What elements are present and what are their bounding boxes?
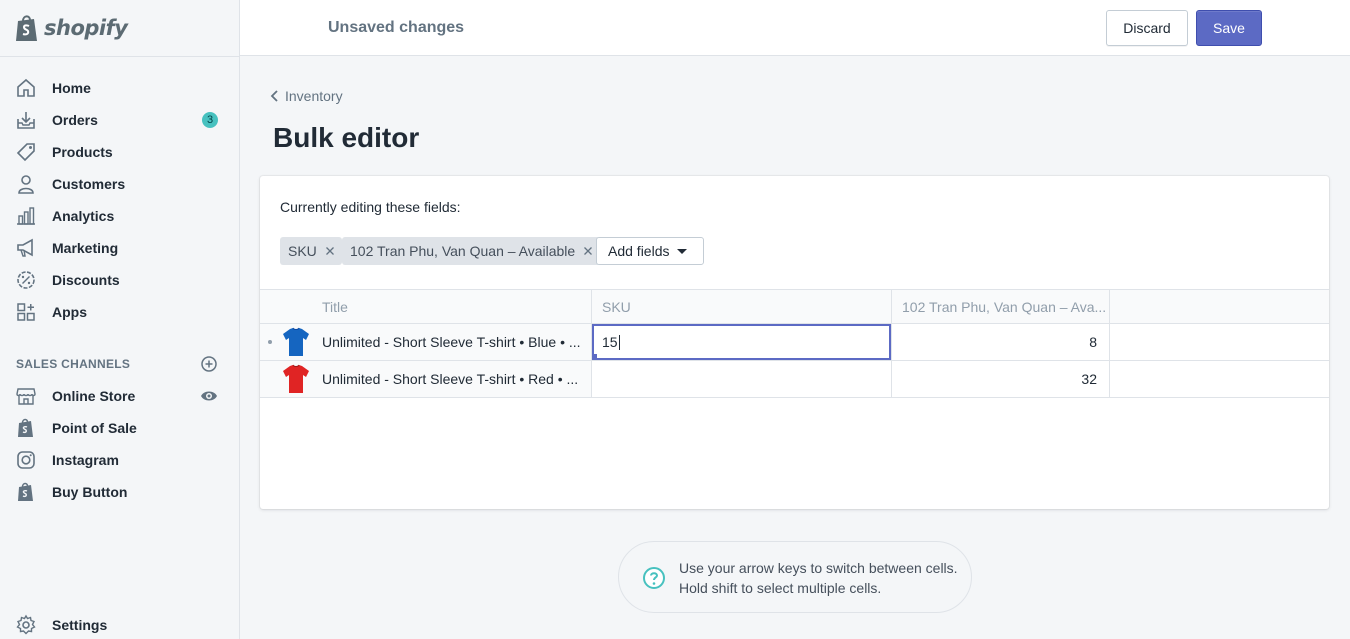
keyboard-hint-banner: Use your arrow keys to switch between ce… <box>618 541 972 613</box>
available-cell[interactable]: 32 <box>892 361 1110 397</box>
column-header-empty <box>1110 290 1329 323</box>
home-icon <box>17 78 35 97</box>
shopify-bag-icon <box>18 482 33 501</box>
product-title: Unlimited - Short Sleeve T-shirt • Red •… <box>322 371 579 387</box>
sku-input-value: 15 <box>602 334 618 350</box>
sidebar-item-label: Settings <box>52 617 108 633</box>
add-sales-channel-icon[interactable] <box>200 355 218 373</box>
sidebar-item-analytics[interactable]: Analytics <box>0 200 240 232</box>
brand-name: shopify <box>44 16 128 40</box>
bar-chart-icon <box>17 207 35 225</box>
table-row: Unlimited - Short Sleeve T-shirt • Blue … <box>260 324 1329 361</box>
gear-icon <box>16 614 36 635</box>
sku-cell-editing[interactable]: 15 <box>592 324 892 360</box>
sidebar-item-settings[interactable]: Settings <box>0 609 240 639</box>
tag-label: SKU <box>288 243 317 259</box>
apps-icon <box>17 303 35 321</box>
sidebar-item-label: Apps <box>52 304 87 320</box>
megaphone-icon <box>17 238 33 257</box>
fields-label: Currently editing these fields: <box>280 199 461 215</box>
orders-icon <box>17 112 35 129</box>
sidebar-item-instagram[interactable]: Instagram <box>0 444 240 476</box>
column-header-title: Title <box>260 290 592 323</box>
field-tag-location-available: 102 Tran Phu, Van Quan – Available <box>342 237 601 265</box>
sidebar-item-discounts[interactable]: Discounts <box>0 264 240 296</box>
sidebar-item-label: Buy Button <box>52 484 128 500</box>
tshirt-thumbnail-red <box>283 364 309 393</box>
tag-icon <box>16 143 35 162</box>
sidebar-item-products[interactable]: Products <box>0 136 240 168</box>
sales-channels-heading: SALES CHANNELS <box>16 357 131 371</box>
instagram-icon <box>17 451 35 469</box>
sidebar-item-home[interactable]: Home <box>0 72 240 104</box>
unsaved-changes-title: Unsaved changes <box>328 19 465 36</box>
column-header-sku: SKU <box>592 290 892 323</box>
field-tag-sku: SKU <box>280 237 342 265</box>
cell-fill-handle[interactable] <box>592 354 597 359</box>
contextual-save-bar: Unsaved changes Discard Save <box>240 0 1350 56</box>
bulk-editor-card: Currently editing these fields: SKU 102 … <box>260 176 1329 509</box>
discard-button[interactable]: Discard <box>1106 10 1188 46</box>
sidebar-item-marketing[interactable]: Marketing <box>0 232 240 264</box>
available-cell[interactable]: 8 <box>892 324 1110 360</box>
eye-icon[interactable] <box>200 387 218 405</box>
sidebar-item-label: Orders <box>52 112 98 128</box>
breadcrumb-label: Inventory <box>285 88 343 104</box>
title-cell: Unlimited - Short Sleeve T-shirt • Blue … <box>260 324 592 360</box>
title-cell: Unlimited - Short Sleeve T-shirt • Red •… <box>260 361 592 397</box>
empty-cell <box>1110 361 1329 397</box>
sidebar-item-label: Discounts <box>52 272 120 288</box>
chevron-left-icon <box>270 90 278 102</box>
hint-line-1: Use your arrow keys to switch between ce… <box>679 560 958 576</box>
sidebar-item-label: Home <box>52 80 91 96</box>
sidebar-item-label: Instagram <box>52 452 119 468</box>
table-row: Unlimited - Short Sleeve T-shirt • Red •… <box>260 361 1329 398</box>
question-circle-icon <box>643 567 665 589</box>
store-icon <box>16 388 36 405</box>
tshirt-thumbnail-blue <box>283 327 309 356</box>
sidebar-item-label: Online Store <box>52 388 136 404</box>
page-title: Bulk editor <box>273 122 420 153</box>
shopify-bag-icon <box>18 418 33 437</box>
save-button[interactable]: Save <box>1196 10 1262 46</box>
shopify-bag-icon <box>16 15 37 41</box>
shopify-logo[interactable]: shopify <box>14 12 128 44</box>
bulk-edit-grid: Title SKU 102 Tran Phu, Van Quan – Ava..… <box>260 289 1329 398</box>
orders-count-badge: 3 <box>202 112 218 128</box>
sidebar-item-label: Marketing <box>52 240 119 256</box>
sidebar-item-point-of-sale[interactable]: Point of Sale <box>0 412 240 444</box>
add-fields-dropdown[interactable]: Add fields <box>596 237 704 265</box>
sidebar-item-orders[interactable]: Orders 3 <box>0 104 240 136</box>
row-indicator <box>268 340 272 344</box>
add-fields-label: Add fields <box>608 243 670 259</box>
person-icon <box>18 175 34 194</box>
tag-label: 102 Tran Phu, Van Quan – Available <box>350 243 576 259</box>
sku-cell[interactable] <box>592 361 892 397</box>
product-title: Unlimited - Short Sleeve T-shirt • Blue … <box>322 334 581 350</box>
sidebar-item-customers[interactable]: Customers <box>0 168 240 200</box>
discount-icon <box>17 271 35 289</box>
sidebar-item-buy-button[interactable]: Buy Button <box>0 476 240 508</box>
sidebar-divider <box>0 56 240 57</box>
remove-tag-icon[interactable] <box>325 246 335 256</box>
caret-down-icon <box>677 248 688 254</box>
hint-line-2: Hold shift to select multiple cells. <box>679 580 882 596</box>
sidebar-item-label: Customers <box>52 176 126 192</box>
text-cursor <box>618 334 620 350</box>
grid-header-row: Title SKU 102 Tran Phu, Van Quan – Ava..… <box>260 290 1329 324</box>
empty-cell <box>1110 324 1329 360</box>
sidebar-item-apps[interactable]: Apps <box>0 296 240 328</box>
sidebar-item-label: Analytics <box>52 208 115 224</box>
sidebar: shopify Home Orders 3 Products Customers… <box>0 0 240 639</box>
breadcrumb-inventory[interactable]: Inventory <box>268 88 343 104</box>
sidebar-item-label: Products <box>52 144 113 160</box>
sidebar-item-label: Point of Sale <box>52 420 137 436</box>
remove-tag-icon[interactable] <box>583 246 593 256</box>
column-header-available: 102 Tran Phu, Van Quan – Ava... <box>892 290 1110 323</box>
